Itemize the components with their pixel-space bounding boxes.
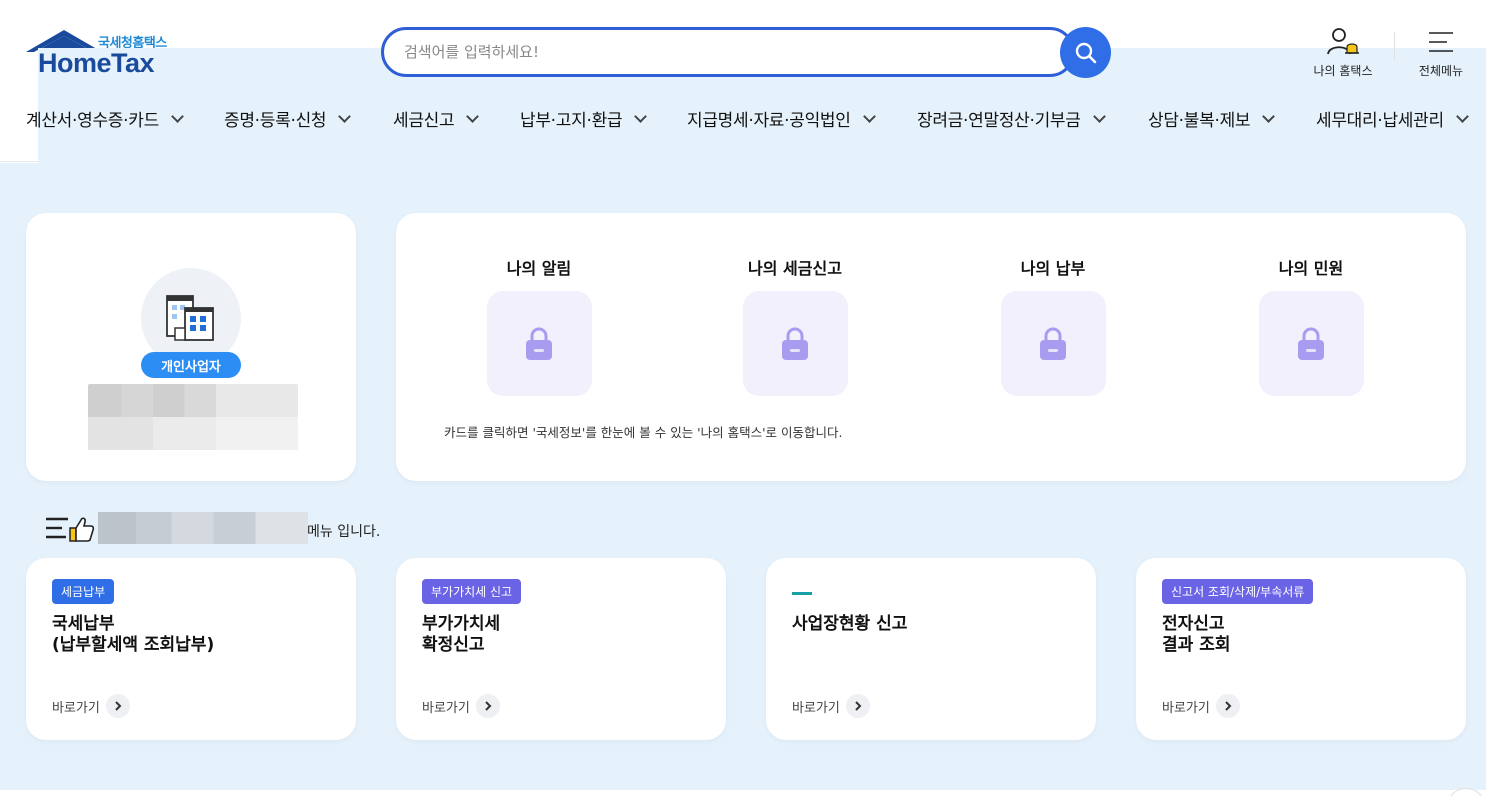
lock-icon [526,327,552,360]
recommend-user-redacted [98,512,308,544]
nav-item-agent[interactable]: 세무대리·납세관리 [1316,106,1469,131]
lock-icon [1298,327,1324,360]
go-link-label: 바로가기 [1162,700,1210,716]
all-menu-label: 전체메뉴 [1418,64,1464,78]
lock-icon [782,327,808,360]
my-payment-card[interactable]: 나의 납부 [983,255,1123,396]
recommend-header [44,512,96,546]
my-notification-card[interactable]: 나의 알림 [469,255,609,396]
my-item-title: 나의 민원 [1278,259,1344,278]
chevron-down-icon [171,109,184,123]
my-hometax-button[interactable]: 나의 홈택스 [1306,26,1380,79]
chevron-right-icon [845,694,870,718]
search-icon [1075,42,1096,63]
my-tax-report-card[interactable]: 나의 세금신고 [725,255,865,396]
quick-card-vat-report[interactable]: 부가가치세 신고 부가가치세 확정신고 바로가기 [396,558,726,740]
chevron-down-icon [466,109,480,123]
user-type-badge: 개인사업자 [141,352,241,378]
search-button[interactable] [1060,27,1111,78]
recommend-suffix: 메뉴 입니다. [307,524,381,540]
site-header: 국세청홈택스 HomeTax 나의 홈택스 [0,0,1486,675]
nav-item-label: 세금신고 [393,111,455,131]
my-item-title: 나의 세금신고 [748,259,842,278]
all-menu-button[interactable]: 전체메뉴 [1408,26,1474,79]
nav-item-label: 세무대리·납세관리 [1316,111,1444,131]
card-title: 전자신고 결과 조회 [1162,614,1231,655]
nav-item-label: 지급명세·자료·공익법인 [687,111,851,131]
chevron-down-icon [338,109,352,123]
my-hometax-label: 나의 홈택스 [1313,64,1373,78]
lock-box [486,291,592,396]
nav-item-label: 납부·고지·환급 [520,111,623,131]
nav-item-payment[interactable]: 납부·고지·환급 [520,106,648,131]
nav-item-tax-report[interactable]: 세금신고 [393,106,480,131]
chevron-right-icon [105,694,130,718]
card-tag: 부가가치세 신고 [422,579,522,604]
lock-box [1000,291,1106,396]
nav-item-label: 상담·불복·제보 [1148,111,1251,131]
go-link[interactable]: 바로가기 [422,694,500,718]
global-nav: 계산서·영수증·카드 증명·등록·신청 세금신고 납부·고지·환급 지급명세·자… [0,106,1486,138]
card-tag: 세금납부 [52,579,115,604]
footer-edge [0,790,1486,796]
go-link-label: 바로가기 [422,700,470,716]
nav-item-invoice[interactable]: 계산서·영수증·카드 [26,106,184,131]
chevron-down-icon [1455,109,1469,123]
nav-item-consult[interactable]: 상담·불복·제보 [1148,106,1276,131]
quick-card-business-status-report[interactable]: 사업장현황 신고 바로가기 [766,558,1096,740]
card-tag-line [792,592,812,595]
quick-card-e-filing-result[interactable]: 신고서 조회/삭제/부속서류 전자신고 결과 조회 바로가기 [1136,558,1466,740]
chevron-right-icon [475,694,500,718]
nav-item-incentive[interactable]: 장려금·연말정산·기부금 [917,106,1106,131]
my-hometax-note: 카드를 클릭하면 '국세정보'를 한눈에 볼 수 있는 '나의 홈택스'로 이동… [444,425,843,440]
list-thumbs-up-icon [46,517,95,542]
chevron-right-icon [1215,694,1240,718]
my-item-title: 나의 알림 [506,259,572,278]
user-bell-icon [1327,28,1359,55]
chevron-down-icon [1092,109,1106,123]
nav-item-label: 계산서·영수증·카드 [26,111,159,131]
nav-item-label: 증명·등록·신청 [224,111,327,131]
nav-item-certificate[interactable]: 증명·등록·신청 [224,106,352,131]
user-name-redacted [88,384,298,450]
main-content: 개인사업자 나의 알림 나의 세금신고 나의 납부 나의 민원 카드를 클릭하면… [0,163,1486,790]
my-item-title: 나의 납부 [1020,259,1086,278]
my-civil-card[interactable]: 나의 민원 [1241,255,1381,396]
card-title: 사업장현황 신고 [792,614,908,634]
search-input[interactable] [404,30,1044,74]
hamburger-icon [1429,32,1453,52]
card-title: 국세납부 (납부할세액 조회납부) [52,614,215,655]
go-link-label: 바로가기 [792,700,840,716]
nav-item-label: 장려금·연말정산·기부금 [917,111,1081,131]
lock-box [742,291,848,396]
profile-card[interactable]: 개인사업자 [26,213,356,481]
go-link[interactable]: 바로가기 [1162,694,1240,718]
quick-card-national-tax-payment[interactable]: 세금납부 국세납부 (납부할세액 조회납부) 바로가기 [26,558,356,740]
go-link[interactable]: 바로가기 [792,694,870,718]
nav-item-statement[interactable]: 지급명세·자료·공익법인 [687,106,876,131]
lock-box [1258,291,1364,396]
divider [1394,32,1395,60]
hometax-logo[interactable]: 국세청홈택스 HomeTax [24,28,1486,675]
chevron-down-icon [634,109,648,123]
building-icon [166,295,214,341]
chevron-down-icon [1262,109,1276,123]
go-link[interactable]: 바로가기 [52,694,130,718]
lock-icon [1040,327,1066,360]
go-link-label: 바로가기 [52,700,100,716]
card-tag: 신고서 조회/삭제/부속서류 [1162,579,1314,604]
card-title: 부가가치세 확정신고 [422,614,501,655]
chevron-down-icon [862,109,876,123]
my-hometax-card: 나의 알림 나의 세금신고 나의 납부 나의 민원 카드를 클릭하면 '국세정보… [396,213,1466,481]
search-box [381,27,1075,77]
